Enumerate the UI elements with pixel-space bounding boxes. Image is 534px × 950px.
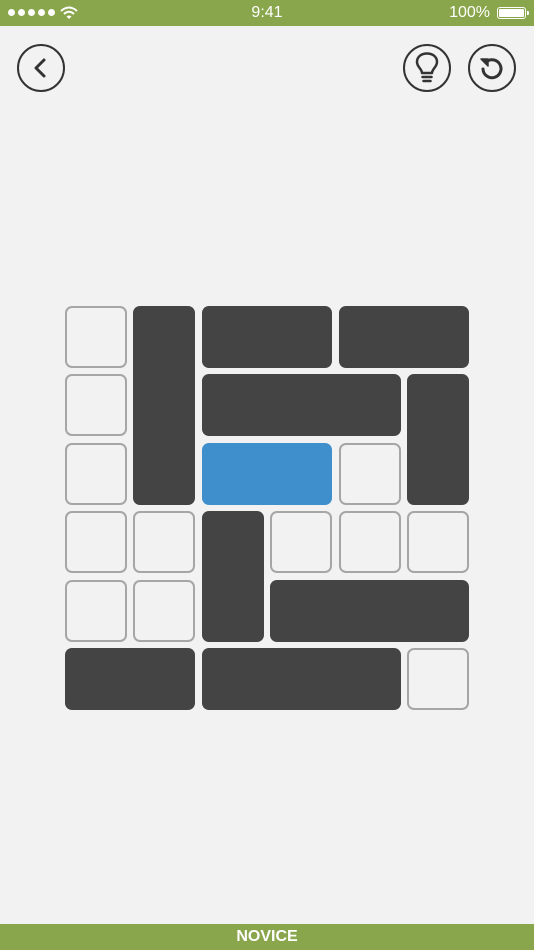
empty-cell	[65, 511, 127, 574]
empty-cell	[65, 579, 127, 642]
sliding-block[interactable]	[270, 579, 469, 642]
reset-button[interactable]	[468, 44, 516, 92]
battery-percentage: 100%	[449, 4, 490, 21]
hint-button[interactable]	[403, 44, 451, 92]
sliding-block[interactable]	[201, 374, 401, 437]
empty-cell	[270, 511, 333, 574]
back-button[interactable]	[17, 44, 65, 92]
empty-cell	[407, 511, 469, 574]
sliding-block[interactable]	[407, 374, 469, 505]
empty-cell	[65, 306, 127, 368]
undo-arrow-icon	[480, 58, 503, 80]
sliding-block[interactable]	[133, 306, 196, 505]
empty-cell	[133, 511, 196, 574]
empty-cell	[338, 442, 401, 505]
chevron-left-icon	[34, 58, 46, 78]
empty-cell	[338, 511, 401, 574]
battery-icon	[497, 7, 529, 19]
sliding-block[interactable]	[65, 648, 196, 710]
target-block[interactable]	[201, 442, 333, 505]
sliding-block[interactable]	[201, 306, 333, 368]
empty-cell	[65, 374, 127, 437]
status-bar: 9:41 100%	[0, 0, 534, 26]
sliding-block[interactable]	[201, 511, 264, 642]
lightbulb-icon	[415, 52, 439, 83]
level-label: NOVICE	[0, 924, 534, 950]
empty-cell	[65, 442, 127, 505]
sliding-block[interactable]	[201, 648, 401, 710]
empty-cell	[407, 648, 469, 710]
sliding-block[interactable]	[338, 306, 469, 368]
puzzle-board	[0, 0, 534, 950]
empty-cell	[133, 579, 196, 642]
